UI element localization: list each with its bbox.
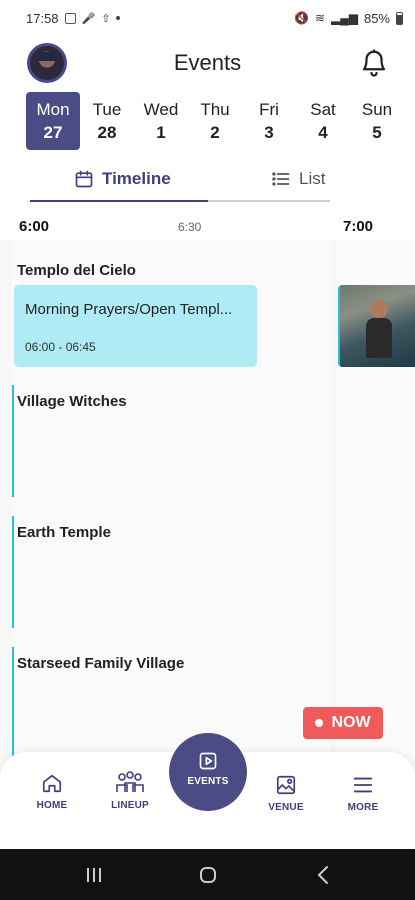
system-nav-bar [0,849,415,900]
nav-home-label: HOME [36,800,68,811]
time-label: 6:00 [19,218,50,235]
day-of-month: 28 [97,123,117,142]
nav-venue[interactable]: VENUE [251,774,321,813]
active-tab-indicator [30,200,208,202]
day-tue[interactable]: Tue 28 [80,92,134,150]
now-button[interactable]: NOW [303,707,383,739]
menu-icon [353,777,373,793]
time-header: 6:00 6:30 7:00 [0,206,415,240]
status-left: 17:58 🎤 ⇧ [26,10,121,26]
recent-apps-icon[interactable] [82,863,106,887]
nav-events-label: EVENTS [187,776,229,787]
wifi-icon: ≋ [314,11,325,25]
day-mon[interactable]: Mon 27 [26,92,80,150]
signal-icon: ▂▄▆ [331,11,358,25]
venue-name: Earth Temple [17,524,111,541]
nav-events[interactable]: EVENTS [169,733,247,811]
more-notifications-icon [116,16,121,20]
tab-divider [208,200,330,202]
day-of-month: 3 [264,123,274,142]
live-dot-icon [315,719,324,727]
venue-name: Village Witches [17,393,127,410]
time-label: 7:00 [343,218,374,235]
battery-percent: 85% [363,10,390,26]
calendar-icon [75,170,93,188]
home-icon [42,774,62,793]
day-wed[interactable]: Wed 1 [134,92,188,150]
tab-timeline[interactable]: Timeline [74,166,171,192]
nav-lineup[interactable]: LINEUP [95,770,165,811]
event-time: 06:00 - 06:45 [25,340,96,354]
play-square-icon [199,752,217,770]
lineup-icon [116,771,144,792]
mic-notification-icon: 🎤 [81,12,96,25]
venue-row-marker [12,516,14,628]
time-label: 6:30 [178,220,202,234]
day-of-week: Thu [200,100,230,119]
day-of-month: 1 [156,123,166,142]
day-of-month: 27 [43,123,63,142]
home-button-icon[interactable] [196,863,220,887]
status-time: 17:58 [26,10,59,26]
nav-more-label: MORE [347,802,379,813]
day-fri[interactable]: Fri 3 [242,92,296,150]
back-icon[interactable] [312,863,336,887]
day-of-week: Tue [92,100,122,119]
day-thu[interactable]: Thu 2 [188,92,242,150]
venue-row-marker [12,647,14,759]
event-title: Morning Prayers/Open Templ... [25,301,233,318]
venue-name: Starseed Family Village [17,655,185,672]
battery-icon [396,11,403,25]
day-of-week: Sun [361,100,393,119]
bell-icon[interactable] [359,48,389,78]
mute-icon: 🔇 [293,11,309,25]
upload-notification-icon: ⇧ [101,12,111,25]
day-sun[interactable]: Sun 5 [350,92,404,150]
date-strip: Mon 27 Tue 28 Wed 1 Thu 2 Fri 3 Sat 4 Su… [0,90,415,154]
day-of-week: Fri [259,100,279,119]
nav-more[interactable]: MORE [328,774,398,813]
app-header: Events [0,36,415,90]
map-pin-icon [276,775,296,795]
timeline-grid[interactable]: Templo del Cielo Morning Prayers/Open Te… [0,240,415,760]
nav-venue-label: VENUE [268,802,304,813]
nav-lineup-label: LINEUP [111,800,149,811]
event-photo[interactable] [338,285,415,367]
event-card[interactable]: Morning Prayers/Open Templ... 06:00 - 06… [14,285,257,367]
gallery-notification-icon [64,12,76,24]
venue-row-marker [12,385,14,497]
day-of-week: Mon [36,100,70,119]
venue-name: Templo del Cielo [17,262,136,279]
page-title: Events [173,50,242,75]
tab-timeline-label: Timeline [102,169,171,188]
app-screen: 17:58 🎤 ⇧ 🔇 ≋ ▂▄▆ 85% Events Mon 27 Tue … [0,0,415,900]
day-of-month: 5 [372,123,382,142]
tab-list-label: List [299,169,326,188]
status-bar: 17:58 🎤 ⇧ 🔇 ≋ ▂▄▆ 85% [0,0,415,36]
view-tabs: Timeline List [0,154,415,206]
nav-home[interactable]: HOME [17,772,87,811]
day-of-month: 4 [318,123,328,142]
tab-list[interactable]: List [271,166,325,192]
day-of-week: Sat [310,100,336,119]
day-sat[interactable]: Sat 4 [296,92,350,150]
day-of-week: Wed [143,100,179,119]
now-button-label: NOW [331,714,371,731]
status-right: 🔇 ≋ ▂▄▆ 85% [294,11,403,26]
list-icon [272,172,290,186]
day-of-month: 2 [210,123,220,142]
